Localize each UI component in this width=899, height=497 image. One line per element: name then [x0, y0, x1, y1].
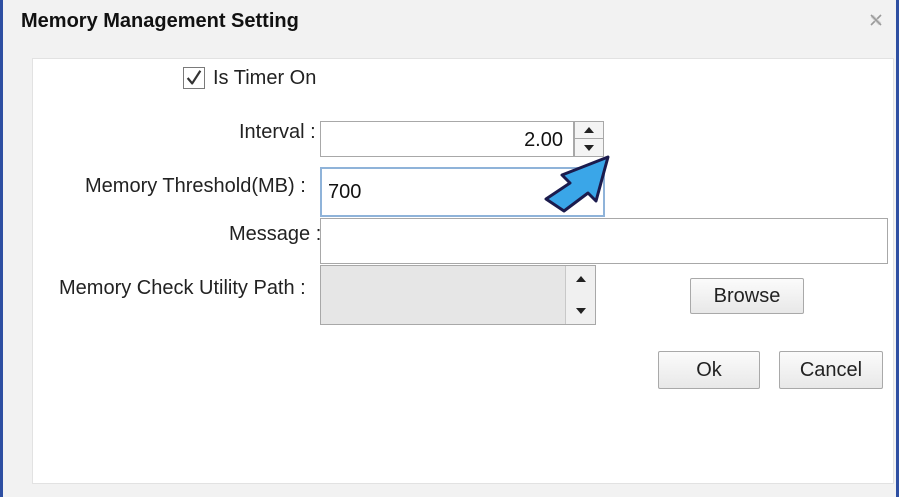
utility-path-field[interactable]	[320, 265, 596, 325]
utility-path-scrollbar[interactable]	[565, 266, 595, 324]
close-icon[interactable]	[868, 12, 884, 28]
utility-path-label: Memory Check Utility Path :	[59, 277, 306, 299]
message-input[interactable]	[320, 218, 888, 264]
settings-panel: Is Timer On Interval : 2.00 Memory Thres…	[32, 58, 894, 484]
triangle-up-icon[interactable]	[576, 276, 586, 282]
dialog-window: Memory Management Setting Is Timer On In…	[0, 0, 899, 497]
triangle-up-icon	[584, 127, 594, 133]
window-title: Memory Management Setting	[21, 10, 299, 32]
browse-button[interactable]: Browse	[690, 278, 804, 314]
timer-label: Is Timer On	[213, 67, 317, 89]
arrow-callout-icon	[544, 155, 610, 213]
checkmark-icon	[186, 70, 202, 85]
interval-spin-up-button[interactable]	[575, 122, 603, 139]
message-label: Message :	[229, 223, 322, 245]
triangle-down-icon[interactable]	[576, 308, 586, 314]
ok-button[interactable]: Ok	[658, 351, 760, 389]
cancel-button[interactable]: Cancel	[779, 351, 883, 389]
threshold-label: Memory Threshold(MB) :	[85, 175, 306, 197]
interval-input[interactable]: 2.00	[320, 121, 574, 157]
threshold-value: 700	[328, 181, 362, 203]
interval-label: Interval :	[239, 121, 316, 143]
title-bar: Memory Management Setting	[3, 0, 896, 46]
timer-checkbox[interactable]	[183, 67, 205, 89]
